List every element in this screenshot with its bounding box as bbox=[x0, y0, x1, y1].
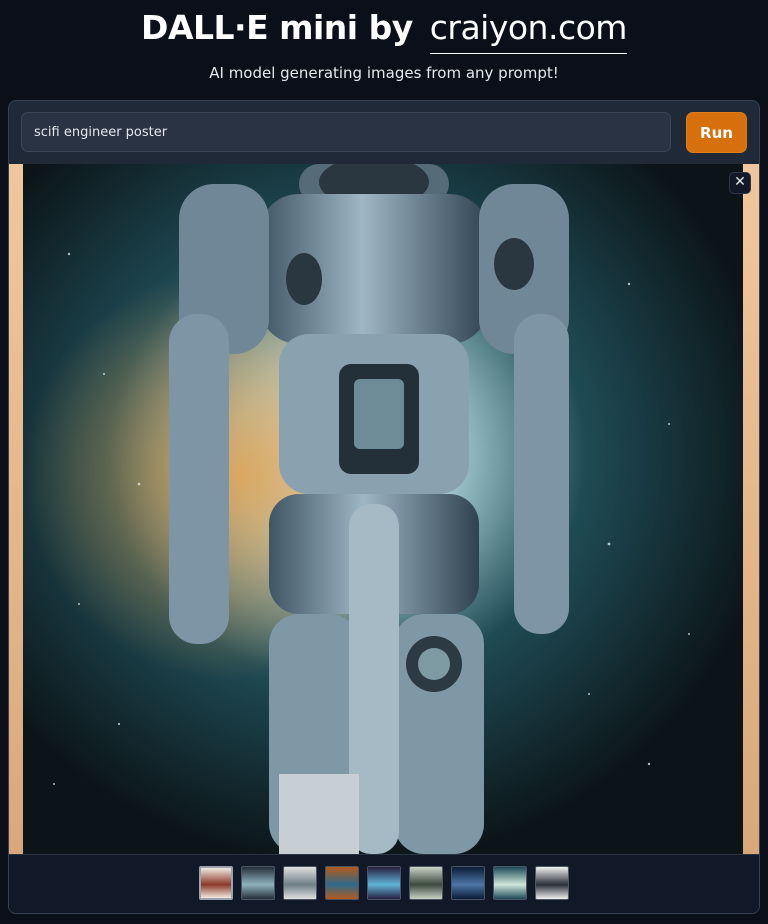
prompt-input[interactable] bbox=[21, 112, 671, 152]
robot-poster-image bbox=[9, 164, 759, 854]
thumbnail-4[interactable] bbox=[325, 866, 359, 900]
app-panel: Run bbox=[8, 100, 760, 914]
thumbnail-6[interactable] bbox=[409, 866, 443, 900]
thumbnail-list bbox=[199, 866, 569, 902]
title-text: DALL·E mini by bbox=[141, 8, 413, 47]
page-subtitle: AI model generating images from any prom… bbox=[209, 64, 559, 82]
page-header: DALL·E mini by craiyon.com AI model gene… bbox=[0, 0, 768, 100]
thumbnail-1[interactable] bbox=[199, 866, 233, 900]
close-preview-button[interactable]: ✕ bbox=[729, 172, 751, 194]
thumbnail-5[interactable] bbox=[367, 866, 401, 900]
close-icon: ✕ bbox=[734, 174, 746, 190]
page-title: DALL·E mini by craiyon.com bbox=[0, 8, 768, 54]
thumbnail-8[interactable] bbox=[493, 866, 527, 900]
thumbnail-2[interactable] bbox=[241, 866, 275, 900]
thumbnail-3[interactable] bbox=[283, 866, 317, 900]
thumbnail-strip bbox=[9, 854, 759, 913]
generated-image-preview: ✕ bbox=[9, 164, 759, 854]
thumbnail-7[interactable] bbox=[451, 866, 485, 900]
run-button[interactable]: Run bbox=[686, 112, 747, 153]
craiyon-link[interactable]: craiyon.com bbox=[429, 8, 627, 54]
thumbnail-9[interactable] bbox=[535, 866, 569, 900]
